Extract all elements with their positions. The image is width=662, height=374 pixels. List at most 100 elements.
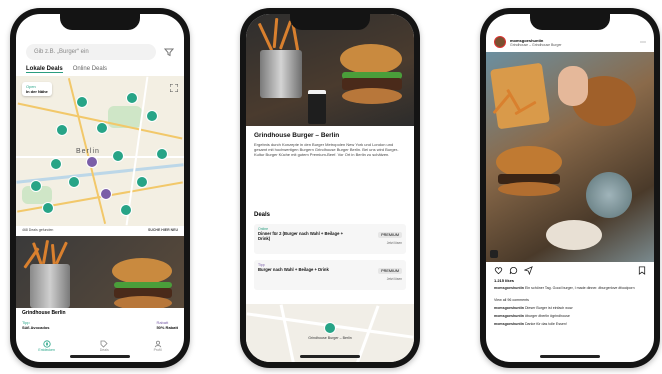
nav-discover[interactable]: Entdecken — [38, 340, 55, 352]
phone-notch — [290, 14, 370, 30]
phone-mockup-instagram: momsgoeshuntin Grindhouse – Grindhouse B… — [480, 8, 660, 368]
comment-line: momsgoeshuntin Danke für das tolle Essen… — [494, 322, 646, 327]
phone-screen: Gib z.B. „Burger“ ein Lokale Deals Onlin… — [16, 14, 184, 362]
home-indicator — [70, 355, 130, 358]
share-icon[interactable] — [524, 266, 533, 275]
photo-bun-bottom — [342, 88, 402, 104]
photo-plate — [546, 220, 602, 250]
phone-notch — [60, 14, 140, 30]
deal-card[interactable]: Online Dinner für 2 (Burger nach Wahl + … — [254, 224, 406, 254]
photo-tag-icon[interactable] — [490, 250, 498, 258]
home-indicator — [540, 355, 600, 358]
map-pin[interactable] — [126, 92, 138, 104]
phone-mockup-detail: Grindhouse Burger – Berlin Ergebnis durc… — [240, 8, 420, 368]
map-pin-selected[interactable] — [86, 156, 98, 168]
caption-line: momsgoeshuntin Ein schöner Tag. Good bur… — [494, 286, 646, 291]
photo-hand — [558, 66, 588, 106]
search-here-button[interactable]: SUCHE HIER NEU — [148, 228, 178, 232]
caption-text: View all 96 comments — [494, 298, 529, 302]
map-pin[interactable] — [42, 202, 54, 214]
photo-glass — [586, 172, 632, 218]
photo-fries-bucket — [260, 50, 302, 98]
map-pin[interactable] — [50, 158, 62, 170]
map-pin[interactable] — [96, 122, 108, 134]
phone-notch — [530, 14, 610, 30]
more-icon[interactable]: ⋯ — [640, 39, 646, 46]
filter-icon[interactable] — [164, 47, 174, 57]
photo-fries — [490, 62, 550, 130]
photo-fry — [55, 241, 68, 265]
location-map[interactable]: Grindhouse Burger – Berlin — [246, 304, 414, 362]
photo-fry — [278, 20, 293, 50]
map-pin-selected[interactable] — [100, 188, 112, 200]
deal-card[interactable]: Tipp Burger nach Wahl + Beilage + Drink … — [254, 260, 406, 290]
map-pin[interactable] — [56, 124, 68, 136]
avatar[interactable] — [494, 36, 506, 48]
search-placeholder: Gib z.B. „Burger“ ein — [34, 49, 89, 55]
comment-user[interactable]: momsgoeshuntin — [494, 306, 524, 310]
map-pin[interactable] — [156, 148, 168, 160]
photo-fry — [257, 22, 274, 52]
photo-fries-bucket — [30, 264, 70, 308]
deal-right-value: 50% Rabatt — [156, 325, 178, 330]
deals-heading: Deals — [254, 212, 271, 218]
deal-summary[interactable]: Grindhouse Berlin Tipp Süß Avocados Raba… — [22, 310, 178, 330]
chip-line2: In der Nähe — [26, 89, 48, 94]
post-location[interactable]: Grindhouse – Grindhouse Burger — [510, 43, 562, 47]
deals-found-count: 468 Deals gefunden — [22, 228, 54, 232]
comment-icon[interactable] — [509, 266, 518, 275]
deal-sub: Jetzt lösen — [386, 241, 402, 245]
heart-icon[interactable] — [494, 266, 503, 275]
deal-price-badge[interactable]: PREMIUM — [378, 232, 402, 238]
likes-count[interactable]: 1.215 likes — [494, 278, 514, 283]
nav-profile[interactable]: Profil — [154, 340, 162, 352]
expand-icon[interactable] — [170, 84, 178, 92]
map-pin[interactable] — [324, 322, 336, 334]
caption-text: Ein schöner Tag. Good burger, I made din… — [524, 286, 635, 290]
tab-online-deals[interactable]: Online Deals — [73, 66, 107, 73]
restaurant-title: Grindhouse Burger – Berlin — [254, 132, 340, 139]
comment-line: momsgoeshuntin #burger #berlin #grindhou… — [494, 314, 646, 319]
map-pin[interactable] — [120, 204, 132, 216]
phone-screen: momsgoeshuntin Grindhouse – Grindhouse B… — [486, 14, 654, 362]
deal-text: Burger nach Wahl + Beilage + Drink — [258, 267, 329, 272]
map-pin[interactable] — [76, 96, 88, 108]
map-pin[interactable] — [30, 180, 42, 192]
map-street — [279, 304, 296, 362]
view-comments-link[interactable]: View all 96 comments — [494, 298, 646, 303]
comment-text: Dieser Burger ist einfach wow — [524, 306, 573, 310]
phone-mockup-map: Gib z.B. „Burger“ ein Lokale Deals Onlin… — [10, 8, 190, 368]
bookmark-icon[interactable] — [638, 266, 646, 275]
photo-bun-bottom — [114, 296, 172, 308]
deal-title: Grindhouse Berlin — [22, 310, 66, 316]
map-river — [16, 163, 184, 184]
nav-deals-label: Deals — [99, 348, 109, 352]
deals-map[interactable]: Open In der Nähe Berlin — [16, 76, 184, 226]
search-input[interactable]: Gib z.B. „Burger“ ein — [26, 44, 156, 60]
deal-price-badge[interactable]: PREMIUM — [378, 268, 402, 274]
nav-discover-label: Entdecken — [38, 348, 55, 352]
map-location-chip[interactable]: Open In der Nähe — [22, 82, 52, 96]
map-city-label: Berlin — [76, 148, 100, 155]
bottom-nav: Entdecken Deals Profil — [16, 340, 184, 352]
deal-photo[interactable] — [16, 236, 184, 308]
phone-screen: Grindhouse Burger – Berlin Ergebnis durc… — [246, 14, 414, 362]
map-pin[interactable] — [68, 176, 80, 188]
nav-profile-label: Profil — [153, 348, 162, 352]
map-pin[interactable] — [146, 110, 158, 122]
nav-deals[interactable]: Deals — [100, 340, 109, 352]
post-actions — [494, 266, 646, 275]
map-pin[interactable] — [112, 150, 124, 162]
comment-user[interactable]: momsgoeshuntin — [494, 314, 524, 318]
user-icon — [154, 340, 161, 348]
photo-drink — [308, 90, 326, 124]
post-header: momsgoeshuntin Grindhouse – Grindhouse B… — [494, 36, 646, 48]
photo-bun-top — [340, 44, 402, 74]
caption-user[interactable]: momsgoeshuntin — [494, 286, 524, 290]
tag-icon — [100, 340, 108, 348]
map-pin[interactable] — [136, 176, 148, 188]
comment-text: Danke für das tolle Essen! — [524, 322, 567, 326]
post-photo[interactable] — [486, 52, 654, 262]
comment-user[interactable]: momsgoeshuntin — [494, 322, 524, 326]
tab-local-deals[interactable]: Lokale Deals — [26, 66, 63, 73]
